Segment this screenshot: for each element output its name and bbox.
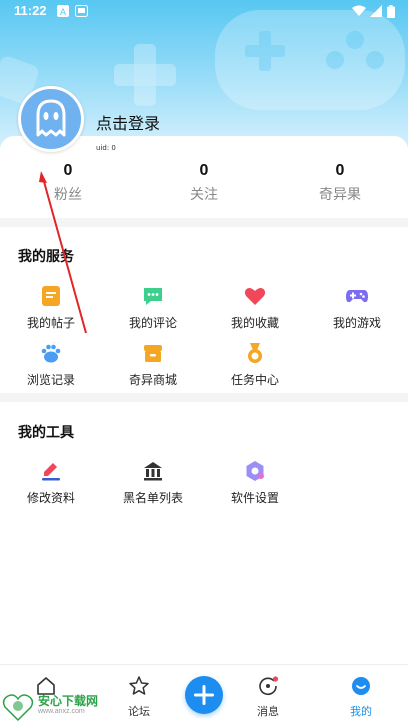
heart-icon	[244, 288, 266, 305]
tab-label: 论坛	[128, 705, 150, 718]
stat-kiwi[interactable]: 0 奇异果	[272, 162, 408, 204]
stat-label: 奇异果	[319, 187, 361, 203]
service-label: 我的评论	[128, 316, 177, 330]
star-icon	[129, 676, 149, 695]
service-browse-history[interactable]: 浏览记录	[0, 341, 102, 388]
stat-followers[interactable]: 0 粉丝	[0, 162, 136, 204]
wifi-icon	[352, 5, 366, 16]
paw-icon	[41, 344, 61, 363]
notification-media-icon	[75, 5, 88, 17]
stat-label: 关注	[190, 187, 218, 203]
tool-label: 黑名单列表	[122, 491, 183, 505]
gamepad-icon	[346, 290, 368, 303]
message-icon	[259, 676, 279, 696]
login-link[interactable]: 点击登录	[96, 110, 160, 134]
notification-a-icon: A	[57, 5, 69, 17]
posts-icon	[42, 286, 60, 306]
tab-label: 消息	[257, 705, 279, 718]
profile-icon	[352, 677, 370, 695]
ghost-avatar-icon	[36, 99, 66, 137]
service-label: 我的帖子	[26, 316, 75, 330]
watermark-url: www.anxz.com	[38, 708, 85, 715]
service-label: 任务中心	[230, 373, 279, 387]
comment-icon	[144, 288, 162, 305]
service-label: 我的游戏	[332, 316, 381, 330]
service-label: 浏览记录	[26, 373, 75, 387]
signal-icon	[370, 5, 382, 17]
stat-label: 粉丝	[54, 187, 82, 203]
service-label: 奇异商城	[128, 373, 177, 387]
medal-icon	[248, 343, 262, 363]
service-task-center[interactable]: 任务中心	[204, 341, 306, 388]
cross-decoration-icon	[114, 44, 176, 106]
section-divider	[0, 218, 408, 227]
service-kiwi-shop[interactable]: 奇异商城	[102, 341, 204, 388]
tool-label: 软件设置	[230, 491, 279, 505]
stat-value: 0	[199, 162, 209, 179]
shop-icon	[144, 345, 162, 362]
user-id: uid: 0	[96, 144, 116, 152]
stats-row: 0 粉丝 0 关注 0 奇异果	[0, 162, 408, 212]
settings-icon	[246, 461, 264, 481]
create-post-button[interactable]	[185, 676, 223, 714]
service-my-comments[interactable]: 我的评论	[102, 284, 204, 331]
tools-title: 我的工具	[18, 425, 74, 441]
section-divider	[0, 393, 408, 402]
tab-label: 我的	[350, 705, 372, 718]
stat-following[interactable]: 0 关注	[136, 162, 272, 204]
edit-icon	[42, 463, 60, 481]
battery-icon	[387, 5, 395, 18]
service-my-games[interactable]: 我的游戏	[306, 284, 408, 331]
stat-value: 0	[335, 162, 345, 179]
stat-value: 0	[63, 162, 73, 179]
watermark-logo-icon	[2, 694, 34, 722]
svg-text:A: A	[60, 8, 67, 17]
tool-edit-profile[interactable]: 修改资料	[0, 459, 102, 506]
status-time: 11:22	[14, 3, 47, 18]
services-title: 我的服务	[18, 249, 74, 265]
avatar[interactable]	[18, 86, 84, 152]
service-my-favorites[interactable]: 我的收藏	[204, 284, 306, 331]
watermark-name: 安心下载网	[38, 694, 99, 708]
status-bar: 11:22 A	[0, 0, 408, 24]
service-my-posts[interactable]: 我的帖子	[0, 284, 102, 331]
tab-messages[interactable]: 消息	[228, 675, 308, 719]
plus-icon	[194, 685, 214, 705]
blacklist-icon	[144, 462, 162, 481]
tab-profile[interactable]: 我的	[321, 675, 401, 719]
tool-app-settings[interactable]: 软件设置	[204, 459, 306, 506]
service-label: 我的收藏	[230, 316, 279, 330]
tab-forum[interactable]: 论坛	[99, 675, 179, 719]
tool-label: 修改资料	[26, 491, 75, 505]
tool-blacklist[interactable]: 黑名单列表	[102, 459, 204, 506]
